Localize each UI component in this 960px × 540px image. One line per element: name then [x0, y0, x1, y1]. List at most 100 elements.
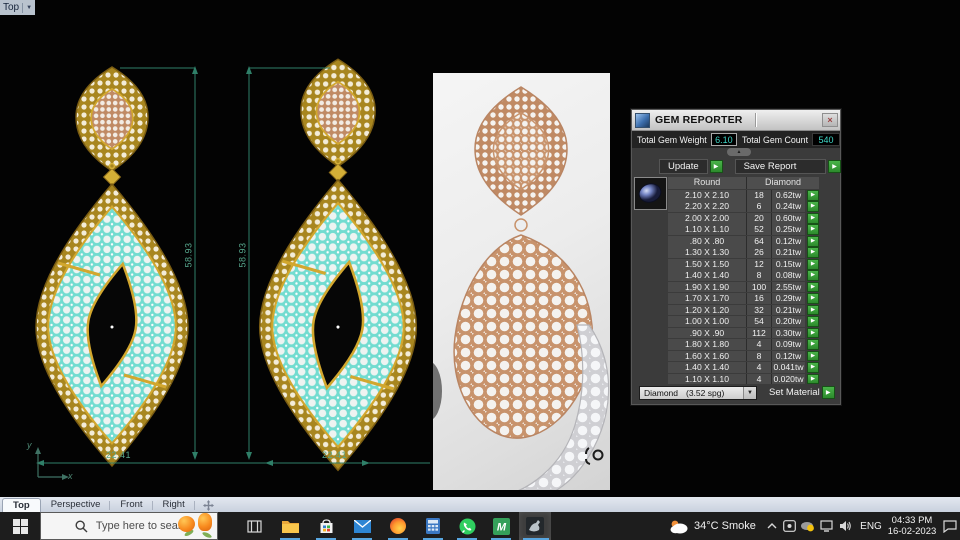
row-action-button[interactable]: ▶ [807, 374, 819, 385]
save-report-go-icon[interactable]: ▶ [828, 160, 841, 173]
row-action-button[interactable]: ▶ [807, 190, 819, 201]
row-action-button[interactable]: ▶ [807, 305, 819, 316]
firefox-button[interactable] [382, 512, 414, 540]
row-action-button[interactable]: ▶ [807, 339, 819, 350]
update-go-icon[interactable]: ▶ [710, 160, 723, 173]
row-action-button[interactable]: ▶ [807, 282, 819, 293]
gem-count: 4 [747, 362, 772, 373]
matrix-app-button[interactable]: M [485, 512, 517, 540]
gem-weight: 0.08tw [772, 270, 805, 281]
weather-widget[interactable] [666, 512, 692, 540]
gem-weight: 0.15tw [772, 259, 805, 270]
total-count-label: Total Gem Count [742, 135, 808, 145]
gem-reporter-titlebar[interactable]: GEM REPORTER [632, 110, 840, 131]
clock[interactable]: 04:33 PM 16-02-2023 [886, 512, 938, 540]
time: 04:33 PM [888, 515, 937, 526]
meet-now-icon[interactable] [780, 512, 798, 540]
table-header: Round Diamond [668, 177, 819, 189]
action-center-button[interactable] [940, 512, 960, 540]
close-icon[interactable]: × [822, 113, 838, 127]
gem-size: 1.20 X 1.20 [668, 305, 747, 316]
volume-icon[interactable] [836, 512, 854, 540]
tab-perspective[interactable]: Perspective [41, 498, 111, 512]
save-report-button[interactable]: Save Report [735, 159, 827, 174]
row-action-button[interactable]: ▶ [807, 247, 819, 258]
gem-count: 18 [747, 190, 772, 201]
gem-size: 1.40 X 1.40 [668, 270, 747, 281]
table-row: 1.90 X 1.90 100 2.55tw ▶ [668, 282, 834, 293]
pan-viewports-icon[interactable] [195, 498, 222, 512]
network-icon[interactable] [817, 512, 835, 540]
dropdown-arrow-icon[interactable]: ▼ [743, 387, 756, 399]
whatsapp-button[interactable] [451, 512, 483, 540]
gem-preview-button[interactable] [634, 177, 667, 210]
table-row: 1.40 X 1.40 8 0.08tw ▶ [668, 270, 834, 281]
gem-count: 20 [747, 213, 772, 224]
gem-size: 1.10 X 1.10 [668, 374, 747, 385]
gem-count: 112 [747, 328, 772, 339]
chevron-down-icon: ▼ [26, 5, 32, 11]
action-center-icon [943, 520, 957, 533]
row-action-button[interactable]: ▶ [807, 201, 819, 212]
start-button[interactable] [0, 512, 40, 540]
calculator-button[interactable] [417, 512, 449, 540]
row-action-button[interactable]: ▶ [807, 362, 819, 373]
gem-count: 64 [747, 236, 772, 247]
date: 16-02-2023 [888, 526, 937, 537]
table-row: 1.50 X 1.50 12 0.15tw ▶ [668, 259, 834, 270]
tab-right[interactable]: Right [153, 498, 195, 512]
microsoft-store-button[interactable] [310, 512, 342, 540]
row-action-button[interactable]: ▶ [807, 293, 819, 304]
mail-button[interactable] [346, 512, 378, 540]
set-material-go-icon[interactable]: ▶ [822, 386, 835, 399]
tab-top[interactable]: Top [2, 498, 41, 512]
gem-count: 8 [747, 351, 772, 362]
tray-overflow-chevron[interactable] [764, 512, 780, 540]
y-axis-label: y [27, 440, 32, 450]
tab-front[interactable]: Front [110, 498, 152, 512]
row-action-button[interactable]: ▶ [807, 236, 819, 247]
search-highlight-flowers[interactable] [176, 513, 222, 540]
rotate-tool-icon[interactable] [584, 444, 606, 468]
row-action-button[interactable]: ▶ [807, 224, 819, 235]
active-cad-app-button[interactable] [519, 512, 551, 540]
row-action-button[interactable]: ▶ [807, 328, 819, 339]
gem-size: .90 X .90 [668, 328, 747, 339]
panel-title: GEM REPORTER [655, 114, 743, 126]
total-weight-field[interactable]: 6.10 [711, 133, 737, 146]
gem-size: 1.60 X 1.60 [668, 351, 747, 362]
row-action-button[interactable]: ▶ [807, 316, 819, 327]
table-row: 1.70 X 1.70 16 0.29tw ▶ [668, 293, 834, 304]
matrix-m-icon: M [493, 518, 510, 535]
gem-size: 1.90 X 1.90 [668, 282, 747, 293]
task-view-button[interactable] [238, 512, 270, 540]
gem-weight: 0.62tw [772, 190, 805, 201]
row-action-button[interactable]: ▶ [807, 351, 819, 362]
gem-weight: 0.020tw [772, 374, 805, 385]
gem-weight: 0.21tw [772, 247, 805, 258]
update-button[interactable]: Update [659, 159, 708, 174]
material-density: (3.52 spg) [686, 387, 724, 400]
folder-icon [282, 519, 299, 533]
gem-size: 1.30 X 1.30 [668, 247, 747, 258]
cad-viewport[interactable]: Top ▼ [0, 0, 960, 497]
weather-text[interactable]: 34°C Smoke [694, 512, 756, 540]
file-explorer-button[interactable] [274, 512, 306, 540]
viewport-title-menu[interactable]: Top ▼ [0, 0, 35, 15]
row-action-button[interactable]: ▶ [807, 213, 819, 224]
onedrive-alert-icon[interactable] [798, 512, 816, 540]
gem-size: 1.10 X 1.10 [668, 224, 747, 235]
table-row: .80 X .80 64 0.12tw ▶ [668, 236, 834, 247]
gem-count: 12 [747, 259, 772, 270]
table-row: 1.60 X 1.60 8 0.12tw ▶ [668, 351, 834, 362]
row-action-button[interactable]: ▶ [807, 270, 819, 281]
language-indicator[interactable]: ENG [856, 512, 886, 540]
collapse-panel-button[interactable]: ▲ [727, 148, 751, 156]
material-dropdown[interactable]: Diamond (3.52 spg) ▼ [639, 386, 757, 400]
column-round: Round [668, 177, 747, 189]
viewport-name: Top [3, 2, 19, 13]
row-action-button[interactable]: ▶ [807, 259, 819, 270]
divider [22, 3, 23, 13]
gem-icon [635, 178, 666, 209]
width-dimension-label: 22.41 [106, 450, 131, 460]
